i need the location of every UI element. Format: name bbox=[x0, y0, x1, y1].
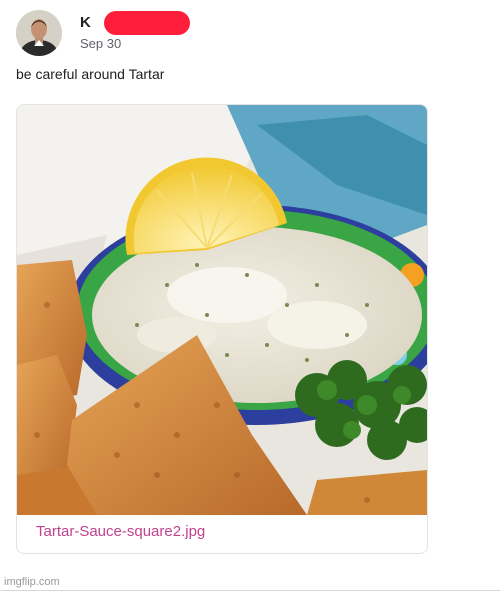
link-title[interactable]: Tartar-Sauce-square2.jpg bbox=[36, 523, 205, 540]
tartar-sauce-photo-icon bbox=[17, 105, 427, 515]
post-header: K Sep 30 bbox=[16, 10, 484, 56]
imgflip-watermark: imgflip.com bbox=[4, 576, 60, 588]
post-text: be careful around Tartar bbox=[16, 66, 165, 82]
post-date: Sep 30 bbox=[80, 36, 122, 51]
redaction-mark bbox=[104, 11, 190, 35]
author-name[interactable]: K bbox=[80, 14, 91, 31]
avatar-photo-icon bbox=[16, 10, 62, 56]
author-avatar[interactable] bbox=[16, 10, 62, 56]
link-preview-card[interactable]: Tartar-Sauce-square2.jpg bbox=[16, 104, 428, 554]
